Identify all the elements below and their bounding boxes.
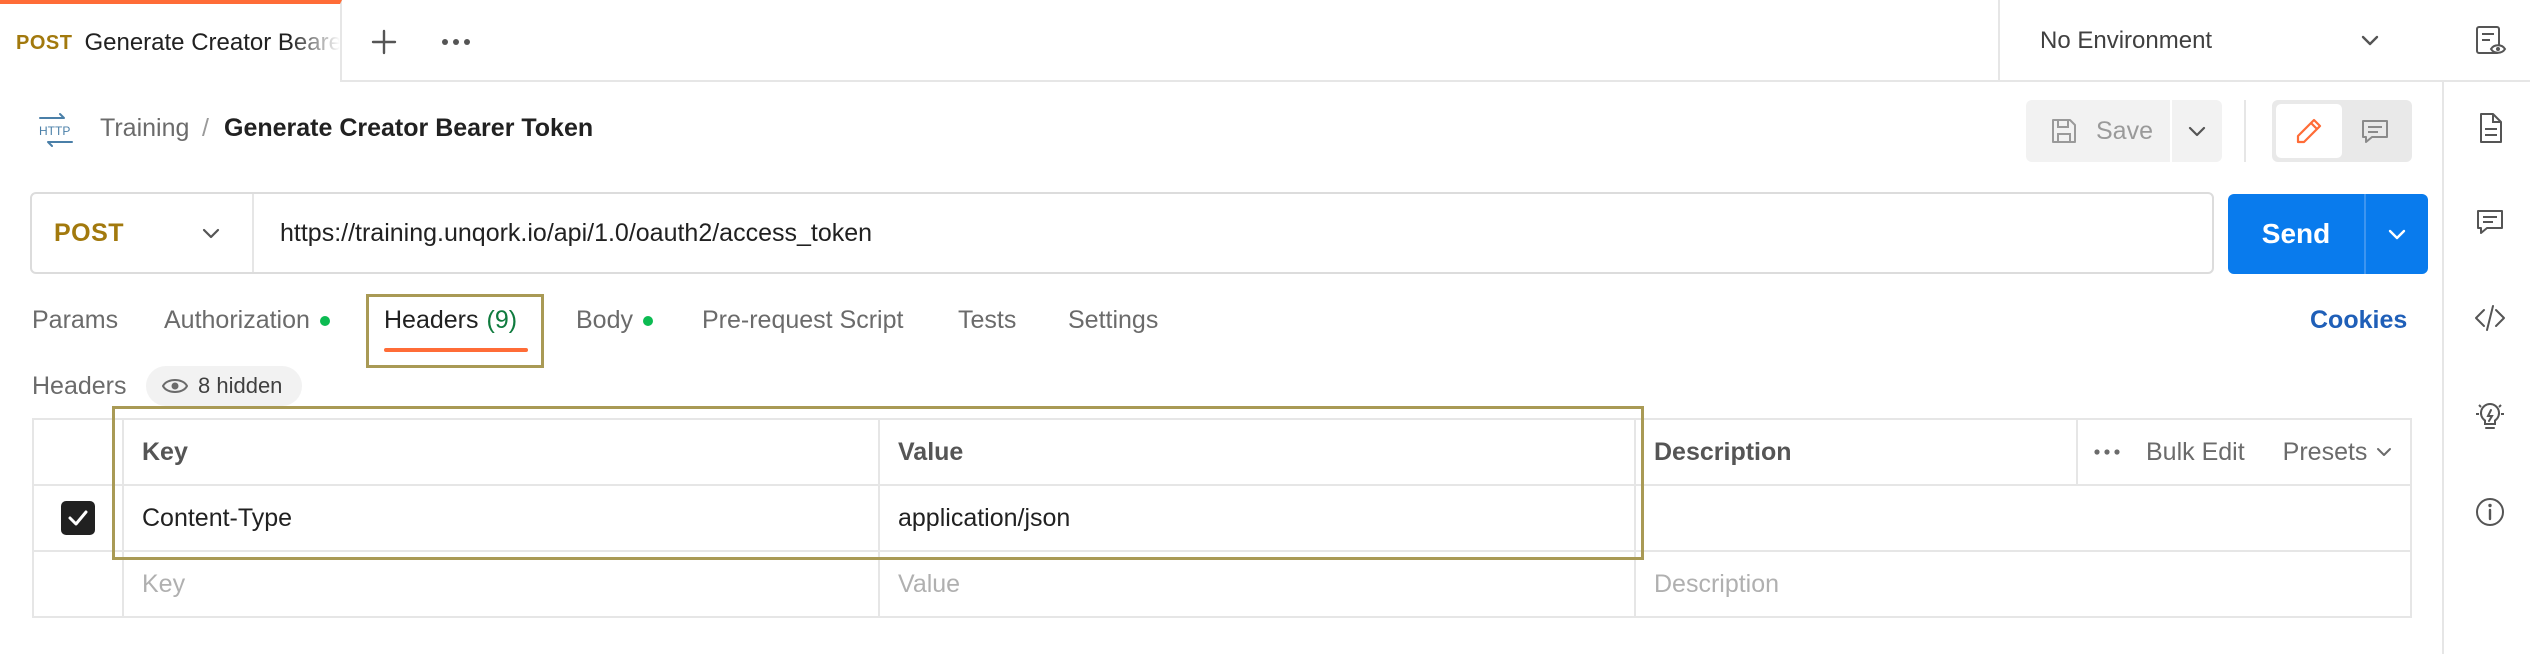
environment-quick-look-button[interactable] xyxy=(2474,24,2508,63)
table-row-new: Key Value Description xyxy=(34,552,2410,618)
header-key-cell[interactable]: Content-Type xyxy=(124,486,880,550)
status-dot xyxy=(319,315,330,326)
chevron-down-icon xyxy=(2377,448,2392,456)
column-header-value: Value xyxy=(880,420,1636,484)
column-header-key: Key xyxy=(124,420,880,484)
code-snippet-button[interactable] xyxy=(2474,302,2506,334)
status-dot xyxy=(642,315,653,326)
chevron-down-icon xyxy=(202,228,220,239)
tab-params-label: Params xyxy=(32,306,119,334)
table-header-row: Key Value Description Bulk Edit Presets xyxy=(34,420,2410,486)
tab-settings[interactable]: Settings xyxy=(1068,306,1158,335)
save-button-group: Save xyxy=(2026,100,2222,162)
environment-label: No Environment xyxy=(2040,27,2213,54)
tab-active-request[interactable]: POST Generate Creator Bearer Token xyxy=(0,0,342,82)
comment-icon xyxy=(2362,120,2388,143)
info-icon xyxy=(2476,498,2504,526)
hidden-headers-count: 8 hidden xyxy=(198,373,283,398)
save-button[interactable]: Save xyxy=(2026,100,2170,162)
table-row: Content-Type application/json xyxy=(34,486,2410,552)
plus-icon xyxy=(371,29,397,55)
table-header-checkbox-cell xyxy=(34,420,124,484)
new-value-input[interactable]: Value xyxy=(880,552,1636,616)
http-request-icon: HTTP xyxy=(36,112,76,153)
ellipsis-icon xyxy=(442,39,470,45)
active-tab-indicator xyxy=(384,348,528,352)
bulk-edit-button[interactable]: Bulk Edit xyxy=(2146,438,2245,467)
pencil-icon xyxy=(2296,118,2322,144)
tab-headers-label: Headers xyxy=(384,306,479,334)
send-button-group: Send xyxy=(2228,194,2428,274)
headers-section-label: Headers xyxy=(32,372,127,400)
tab-settings-label: Settings xyxy=(1068,306,1159,334)
table-actions: Bulk Edit Presets xyxy=(2076,420,2410,484)
toolbar-divider xyxy=(2244,100,2246,162)
documentation-button[interactable] xyxy=(2474,112,2506,144)
chevron-down-icon xyxy=(2188,126,2206,137)
presets-label: Presets xyxy=(2282,437,2368,466)
tab-bar: POST Generate Creator Bearer Token No En… xyxy=(0,0,2530,82)
method-select[interactable]: POST xyxy=(32,194,254,272)
new-key-input[interactable]: Key xyxy=(124,552,880,616)
header-description-cell[interactable] xyxy=(1636,486,2076,550)
tab-more-button[interactable] xyxy=(434,20,478,64)
new-row-checkbox-cell xyxy=(34,552,124,616)
send-button[interactable]: Send xyxy=(2228,194,2364,274)
lightbulb-icon xyxy=(2476,402,2504,429)
save-dropdown-button[interactable] xyxy=(2170,100,2222,162)
ellipsis-icon xyxy=(2094,449,2120,455)
column-header-description: Description xyxy=(1654,437,1792,466)
tab-title-fade xyxy=(290,4,340,82)
tab-body[interactable]: Body xyxy=(576,306,653,335)
tab-pre-request-script-label: Pre-request Script xyxy=(702,306,904,334)
tab-authorization[interactable]: Authorization xyxy=(164,306,330,335)
comment-mode-button[interactable] xyxy=(2342,104,2408,158)
tab-tests[interactable]: Tests xyxy=(958,306,1016,335)
comments-button[interactable] xyxy=(2474,206,2506,238)
view-mode-toggle xyxy=(2272,100,2412,162)
cookies-link[interactable]: Cookies xyxy=(2310,306,2407,335)
tab-body-label: Body xyxy=(576,306,633,334)
tab-method-label: POST xyxy=(16,31,73,54)
checkmark-icon xyxy=(68,510,88,526)
tab-headers-count: (9) xyxy=(486,306,518,334)
page-title[interactable]: Generate Creator Bearer Token xyxy=(224,114,593,143)
headers-table: Key Value Description Bulk Edit Presets … xyxy=(32,418,2412,618)
comment-icon xyxy=(2477,210,2503,234)
eye-icon xyxy=(162,379,188,393)
http-icon-label: HTTP xyxy=(39,124,70,138)
header-value-cell[interactable]: application/json xyxy=(880,486,1636,550)
tab-params[interactable]: Params xyxy=(32,306,118,335)
row-checkbox-cell xyxy=(34,486,124,550)
tab-tests-label: Tests xyxy=(958,306,1017,334)
tab-authorization-label: Authorization xyxy=(164,306,310,334)
method-label: POST xyxy=(54,218,125,247)
code-icon xyxy=(2475,305,2505,331)
http-icon: HTTP xyxy=(39,113,73,147)
environment-selector[interactable]: No Environment xyxy=(1998,0,2442,82)
tab-headers[interactable]: Headers (9) xyxy=(384,306,517,335)
send-dropdown-button[interactable] xyxy=(2364,194,2428,274)
tab-pre-request-script[interactable]: Pre-request Script xyxy=(702,306,903,335)
url-input[interactable] xyxy=(254,194,2212,272)
chevron-down-icon xyxy=(2361,35,2379,46)
table-more-button[interactable] xyxy=(2094,448,2120,456)
url-bar: POST xyxy=(30,192,2214,274)
eye-icon xyxy=(2476,26,2507,54)
new-description-input[interactable]: Description xyxy=(1636,552,2076,616)
hidden-headers-toggle[interactable]: 8 hidden xyxy=(146,366,303,406)
related-button[interactable] xyxy=(2474,400,2506,432)
breadcrumb-separator: / xyxy=(202,114,209,142)
breadcrumb-parent[interactable]: Training xyxy=(100,114,189,143)
right-sidebar xyxy=(2442,82,2530,654)
new-tab-button[interactable] xyxy=(362,20,406,64)
chevron-down-icon xyxy=(2388,229,2406,240)
edit-mode-button[interactable] xyxy=(2276,104,2342,158)
info-button[interactable] xyxy=(2474,496,2506,528)
save-label: Save xyxy=(2096,116,2153,145)
presets-dropdown[interactable]: Presets xyxy=(2283,438,2394,467)
documentation-icon xyxy=(2480,113,2502,143)
row-enabled-checkbox[interactable] xyxy=(61,501,95,535)
floppy-icon xyxy=(2052,119,2076,143)
